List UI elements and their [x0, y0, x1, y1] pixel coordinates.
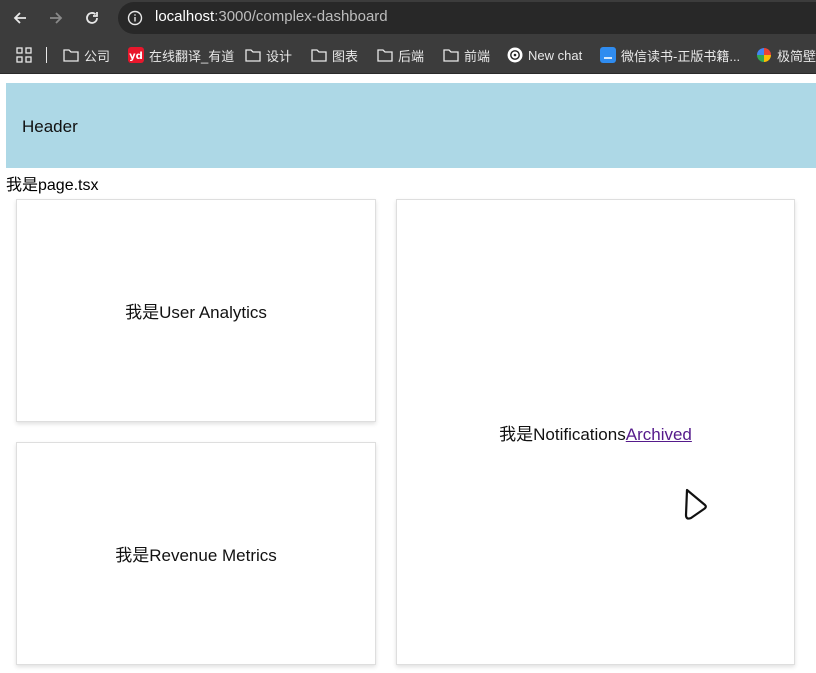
folder-icon: [377, 47, 393, 63]
notifications-text: 我是Notifications: [499, 424, 626, 444]
youdao-icon: yd: [128, 47, 144, 63]
page-header: Header: [6, 83, 816, 168]
bookmark-separator: [46, 47, 47, 63]
revenue-metrics-label: 我是Revenue Metrics: [115, 546, 277, 565]
bookmark-label: 前端: [464, 48, 491, 64]
weread-icon: [600, 47, 616, 63]
back-arrow-icon: [13, 12, 26, 24]
archived-link[interactable]: Archived: [626, 425, 692, 444]
reload-button[interactable]: [80, 6, 104, 30]
bookmark-folder-design[interactable]: 设计: [245, 46, 292, 64]
bookmark-folder-charts[interactable]: 图表: [311, 46, 358, 64]
forward-arrow-icon: [50, 12, 63, 24]
url-host: localhost: [155, 8, 215, 25]
reload-icon: [86, 12, 98, 24]
notifications-card: 我是NotificationsArchived: [396, 199, 795, 665]
bookmark-label: 在线翻译_有道: [149, 48, 235, 64]
bookmark-label: 图表: [332, 48, 359, 64]
mouse-cursor-icon: [684, 488, 707, 520]
bookmark-label: 设计: [266, 48, 293, 64]
bookmark-folder-frontend[interactable]: 前端: [443, 46, 490, 64]
bookmark-folder-backend[interactable]: 后端: [377, 46, 424, 64]
openai-icon: [507, 47, 523, 63]
bookmark-folder-company[interactable]: 公司: [63, 46, 110, 64]
folder-icon: [63, 47, 79, 63]
forward-button[interactable]: [44, 6, 68, 30]
apps-grid-icon: [16, 47, 32, 63]
notifications-label: 我是NotificationsArchived: [499, 420, 692, 445]
browser-toolbar: localhost:3000/complex-dashboard: [0, 0, 816, 36]
revenue-metrics-card: 我是Revenue Metrics: [16, 442, 376, 665]
svg-text:yd: yd: [129, 51, 143, 62]
bookmark-label: 后端: [398, 48, 425, 64]
back-button[interactable]: [8, 6, 32, 30]
site-info-icon[interactable]: [127, 10, 143, 26]
url-text[interactable]: localhost:3000/complex-dashboard: [155, 8, 388, 25]
page-file-label: 我是page.tsx: [6, 177, 99, 194]
apps-button[interactable]: [16, 46, 32, 64]
bookmark-label: 微信读书-正版书籍...: [621, 48, 741, 64]
bookmark-label: 极简壁纸: [777, 48, 816, 64]
colorful-pinwheel-icon: [756, 47, 772, 63]
user-analytics-card: 我是User Analytics: [16, 199, 376, 422]
folder-icon: [245, 47, 261, 63]
bookmark-weread[interactable]: 微信读书-正版书籍...: [600, 46, 740, 64]
bookmarks-bar: 公司 yd 在线翻译_有道 设计 图表 后端 前端 New chat 微信读书-…: [0, 36, 816, 74]
folder-icon: [443, 47, 459, 63]
bookmark-new-chat[interactable]: New chat: [507, 46, 582, 64]
folder-icon: [311, 47, 327, 63]
bookmark-label: New chat: [528, 47, 583, 63]
user-analytics-label: 我是User Analytics: [125, 303, 267, 322]
bookmark-youdao[interactable]: yd 在线翻译_有道: [128, 46, 234, 64]
bookmark-wallpaper[interactable]: 极简壁纸: [756, 46, 816, 64]
bookmark-label: 公司: [84, 48, 111, 64]
url-path: :3000/complex-dashboard: [214, 8, 388, 25]
header-title: Header: [22, 117, 78, 136]
